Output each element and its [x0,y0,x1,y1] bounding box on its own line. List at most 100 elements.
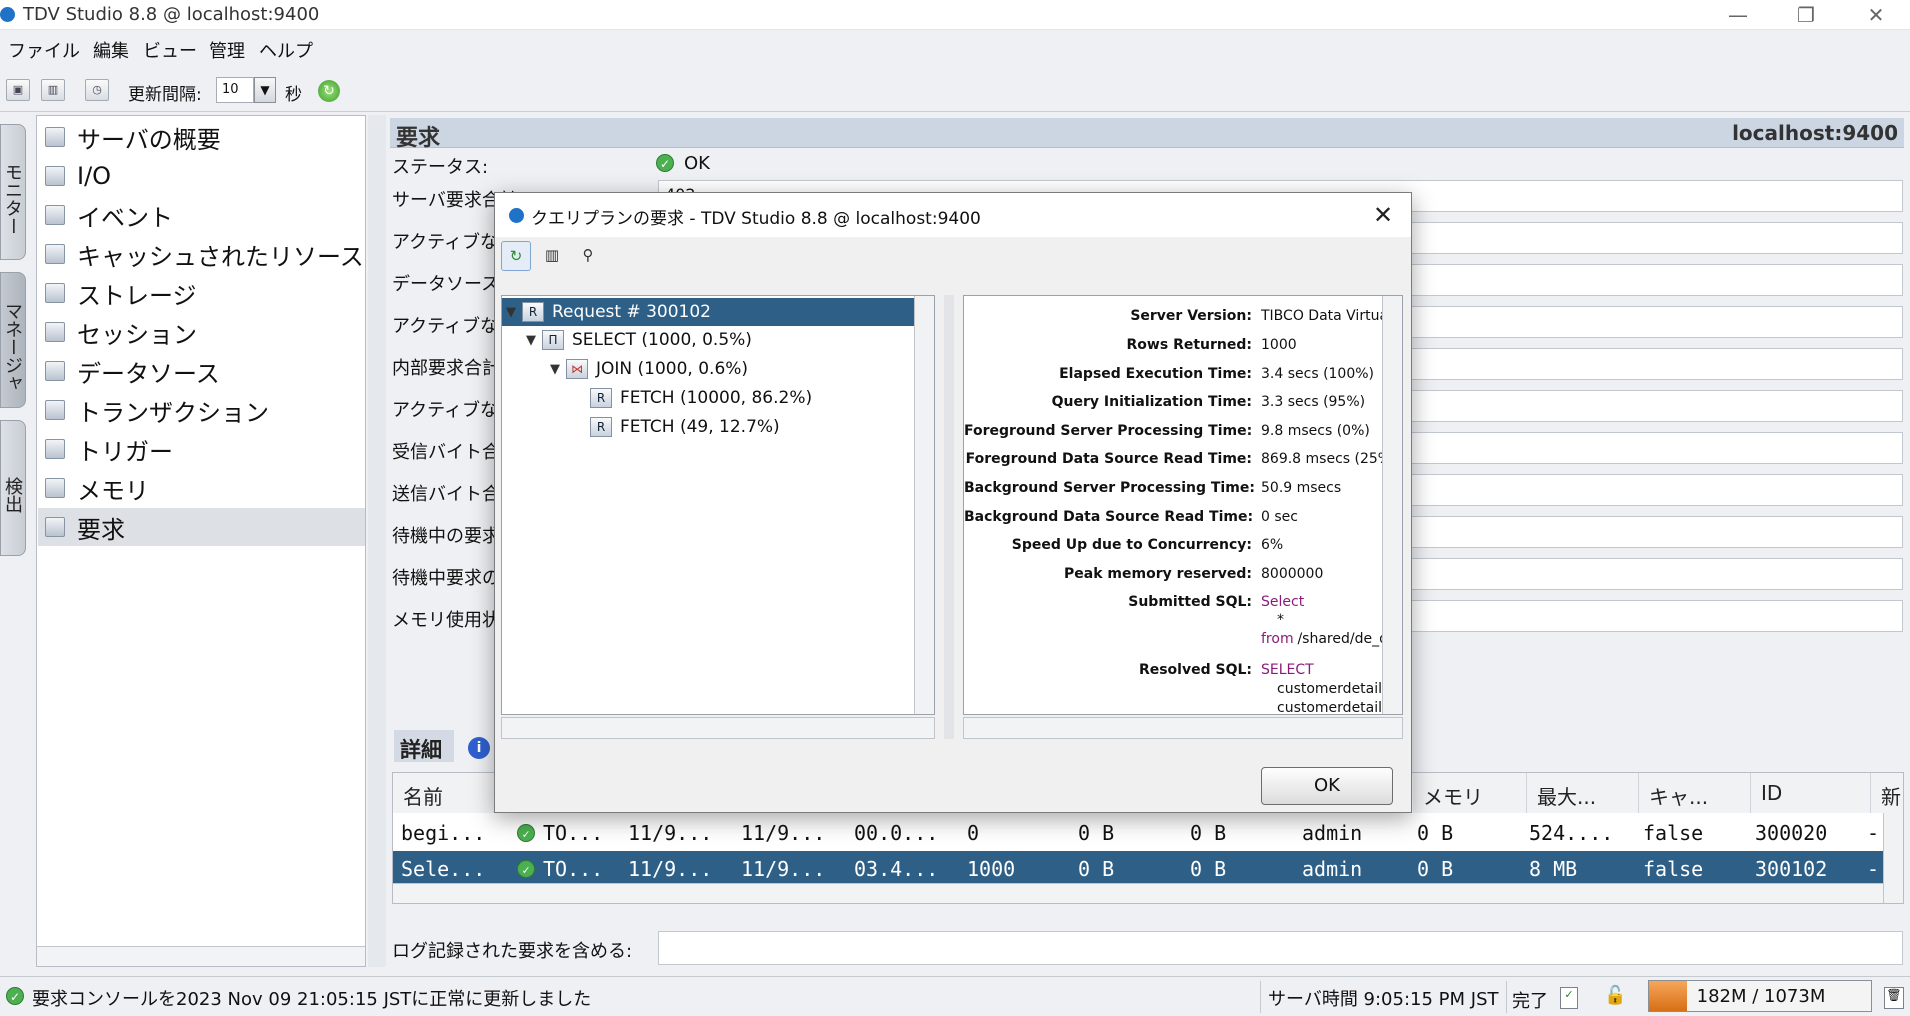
tree-node-label: FETCH (49, 12.7%) [620,417,780,437]
nav-item-sessions[interactable]: セッション [45,313,365,351]
table-cell: 524.... [1529,821,1614,845]
property-row: Background Data Source Read Time: 0 sec [964,509,1402,533]
properties-horizontal-scrollbar[interactable] [963,717,1403,739]
monitor-icon[interactable]: ▣ [6,79,30,101]
window-title-bar: TDV Studio 8.8 @ localhost:9400 — ❐ ✕ [0,0,1910,30]
tree-node-fetch[interactable]: R FETCH (49, 12.7%) [574,413,780,441]
details-label: 詳細 [394,730,454,762]
tree-horizontal-scrollbar[interactable] [501,717,935,739]
nav-item-label: トリガー [77,437,173,466]
column-header[interactable]: 新 [1871,773,1903,813]
table-horizontal-scrollbar[interactable] [393,883,1883,903]
table-cell: 03.4... [854,857,939,881]
column-header[interactable]: 名前 [393,773,507,813]
refresh-icon[interactable]: ↻ [318,80,340,102]
info-icon[interactable]: i [468,737,490,759]
nav-item-requests[interactable]: 要求 [38,508,365,546]
tree-vertical-scrollbar[interactable] [914,296,934,714]
restore-button[interactable]: ❐ [1778,0,1834,30]
property-row: Rows Returned: 1000 [964,337,1402,361]
dialog-splitter[interactable] [944,295,954,739]
menu-admin[interactable]: 管理 [209,37,245,63]
table-row[interactable]: begi... ✓ TO... 11/9... 11/9... 00.0... … [393,815,1883,851]
column-header[interactable]: メモリ [1413,773,1527,813]
dialog-close-button[interactable]: ✕ [1367,199,1399,231]
binoculars-icon[interactable]: ⚲ [573,241,603,271]
table-cell: 1000 [967,857,1016,881]
nav-item-datasources[interactable]: データソース [45,352,365,390]
nav-item-transactions[interactable]: トランザクション [45,391,365,429]
property-key: Background Data Source Read Time: [964,509,1254,525]
property-value: 3.4 secs (100%) [1261,366,1375,382]
column-header[interactable]: 最大... [1527,773,1639,813]
expand-arrow-icon[interactable]: ▼ [526,333,542,348]
trash-icon[interactable]: 🗑 [1884,987,1904,1009]
column-header[interactable]: キャ... [1639,773,1751,813]
expand-arrow-icon[interactable]: ▼ [550,362,566,377]
tree-node-join[interactable]: ▼ ⋈ JOIN (1000, 0.6%) [550,355,748,383]
table-cell: 0 B [1417,857,1454,881]
table-cell: 8 MB [1529,857,1578,881]
memory-usage-text: 182M / 1073M [1696,986,1826,1007]
column-header[interactable]: ID [1751,773,1871,813]
menu-edit[interactable]: 編集 [93,37,129,63]
nav-item-events[interactable]: イベント [45,196,365,234]
table-cell: - [1867,857,1880,881]
table-vertical-scrollbar[interactable] [1883,813,1903,903]
interval-unit: 秒 [285,85,302,105]
log-include-field[interactable] [658,931,1903,965]
datasource-icon [45,361,65,381]
nav-item-memory[interactable]: メモリ [45,469,365,507]
sql-text: customerdetails. [1277,700,1394,715]
tree-node-select[interactable]: ▼ Π SELECT (1000, 0.5%) [526,326,752,354]
document-check-icon[interactable]: ✓ [1560,987,1578,1009]
menu-view[interactable]: ビュー [143,37,197,63]
nav-item-io[interactable]: I/O [45,157,365,195]
chevron-down-icon[interactable]: ▼ [254,77,276,103]
request-icon [45,517,65,537]
panel-splitter[interactable] [368,115,386,967]
nav-item-cached-resources[interactable]: キャッシュされたリソース [45,235,365,273]
refresh-icon[interactable]: ↻ [501,241,531,271]
nav-item-label: 要求 [77,515,125,544]
nav-item-storage[interactable]: ストレージ [45,274,365,312]
sql-keyword: SELECT [1261,662,1314,678]
lock-icon[interactable]: 🔓 [1604,985,1626,1009]
properties-vertical-scrollbar[interactable] [1382,296,1402,714]
refresh-interval-input[interactable]: 10 [216,77,254,103]
menu-help[interactable]: ヘルプ [259,37,313,63]
nav-panel: サーバの概要 I/O イベント キャッシュされたリソース ストレージ セッション… [36,115,366,967]
side-tab-manager[interactable]: マネージャ [0,272,26,408]
table-cell: admin [1302,857,1363,881]
fetch-icon: R [590,417,612,437]
nav-item-triggers[interactable]: トリガー [45,430,365,468]
menu-file[interactable]: ファイル [8,37,80,63]
side-tab-discover[interactable]: 検出 [0,420,26,556]
tree-node-request[interactable]: ▼ R Request # 300102 [502,298,916,326]
nav-item-server-overview[interactable]: サーバの概要 [45,118,365,156]
property-key: Elapsed Execution Time: [1059,366,1252,382]
ok-check-icon: ✓ [517,860,535,878]
nav-item-label: サーバの概要 [77,125,221,154]
memory-usage-bar[interactable]: 182M / 1073M [1648,980,1872,1012]
toolbar: ▣ ▥ ◷ 更新間隔: 10 ▼ 秒 ↻ [0,68,1910,112]
close-button[interactable]: ✕ [1848,0,1904,30]
nav-horizontal-scrollbar[interactable] [37,946,365,966]
table-row[interactable]: Sele... ✓ TO... 11/9... 11/9... 03.4... … [393,851,1883,887]
minimize-button[interactable]: — [1710,0,1766,30]
expand-arrow-icon[interactable]: ▼ [506,305,522,320]
tree-node-fetch[interactable]: R FETCH (10000, 86.2%) [574,384,812,412]
ok-check-icon: ✓ [6,987,24,1005]
log-include-label: ログ記録された要求を含める: [392,941,633,962]
property-key: Background Server Processing Time: [964,480,1255,496]
ok-button[interactable]: OK [1261,767,1393,805]
columns-icon[interactable]: ▥ [537,241,567,271]
side-tab-monitor[interactable]: モニター [0,124,26,260]
join-icon: ⋈ [566,359,588,379]
history-icon[interactable]: ◷ [85,79,109,101]
table-cell: 00.0... [854,821,939,845]
status-bar: ✓ 要求コンソールを2023 Nov 09 21:05:15 JSTに正常に更新… [0,976,1910,1016]
nav-item-label: トランザクション [77,398,269,427]
dialog-title: クエリプランの要求 - TDV Studio 8.8 @ localhost:9… [531,209,981,229]
columns-icon[interactable]: ▥ [41,79,65,101]
